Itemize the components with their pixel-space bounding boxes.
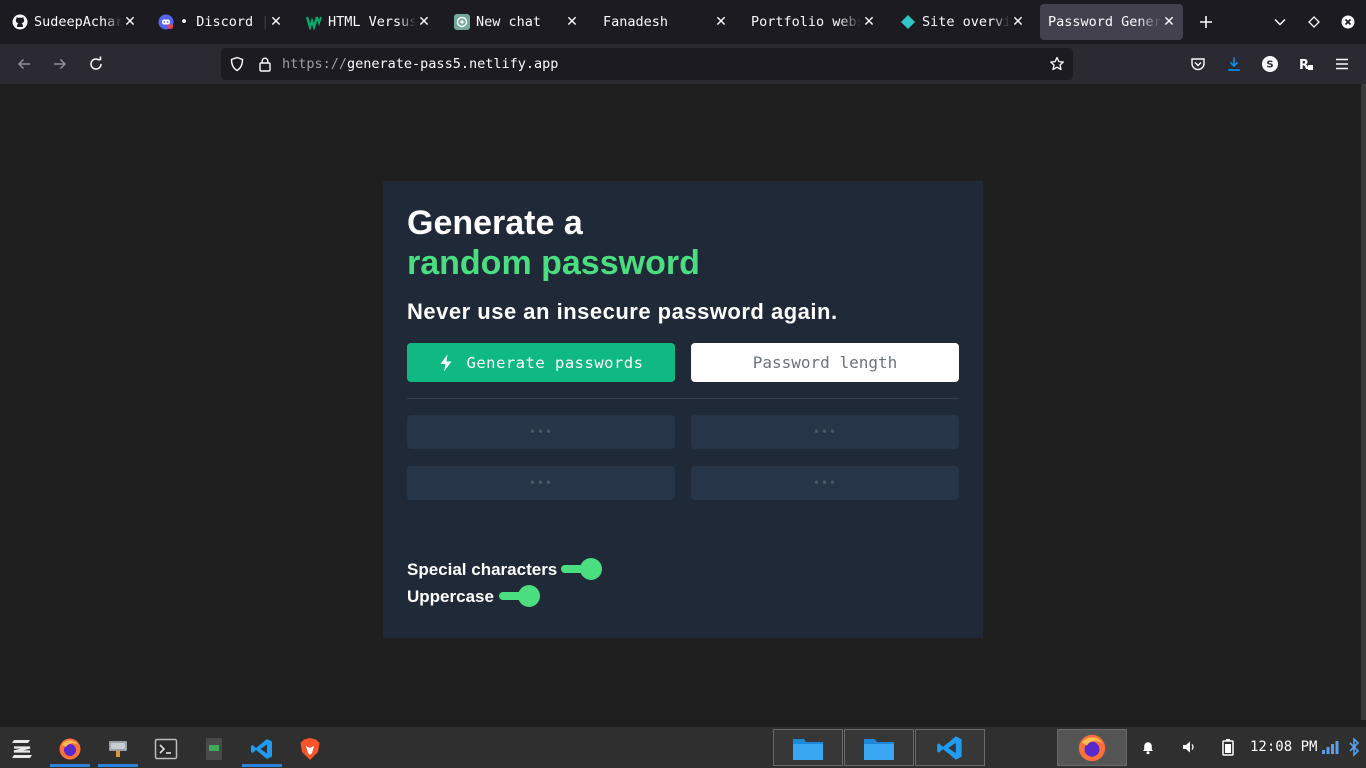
password-output-3[interactable]: ••• bbox=[407, 466, 675, 500]
clock[interactable]: 12:08 PM bbox=[1250, 727, 1317, 768]
taskbar-window-vscode[interactable] bbox=[915, 729, 985, 766]
tab-w3schools[interactable]: HTML Versus ✕ bbox=[298, 4, 438, 40]
battery-icon[interactable] bbox=[1218, 737, 1238, 757]
close-icon[interactable]: ✕ bbox=[1161, 14, 1177, 30]
extension-icon[interactable]: R bbox=[1296, 54, 1316, 74]
svg-text:R: R bbox=[1299, 58, 1309, 72]
os-taskbar: 12:08 PM bbox=[0, 727, 1366, 768]
tab-github[interactable]: SudeepAcharya ✕ bbox=[4, 4, 144, 40]
tab-title: Site overview bbox=[922, 14, 1010, 30]
brave-launcher-icon[interactable] bbox=[288, 731, 332, 767]
tab-title: SudeepAcharya bbox=[34, 14, 122, 30]
firefox-launcher-icon[interactable] bbox=[48, 731, 92, 767]
password-length-input[interactable] bbox=[691, 343, 959, 382]
tab-fanadesh[interactable]: Fanadesh ✕ bbox=[595, 4, 735, 40]
list-tabs-button[interactable] bbox=[1270, 12, 1290, 32]
reload-button[interactable] bbox=[86, 54, 106, 74]
notes-app-launcher-icon[interactable] bbox=[192, 731, 236, 767]
tab-title: Portfolio webs bbox=[751, 14, 861, 30]
restore-window-icon[interactable] bbox=[1304, 12, 1324, 32]
discord-icon bbox=[158, 14, 174, 30]
toggle-knob bbox=[580, 558, 602, 580]
volume-icon[interactable] bbox=[1179, 737, 1199, 757]
lightning-bolt-icon bbox=[439, 354, 453, 372]
pocket-icon[interactable] bbox=[1188, 54, 1208, 74]
vscode-launcher-icon[interactable] bbox=[240, 731, 284, 767]
netlify-icon bbox=[900, 14, 916, 30]
bookmark-star-icon[interactable] bbox=[1047, 54, 1067, 74]
password-output-4[interactable]: ••• bbox=[691, 466, 959, 500]
network-signal-icon[interactable] bbox=[1320, 737, 1340, 757]
generate-passwords-button[interactable]: Generate passwords bbox=[407, 343, 675, 382]
close-window-button[interactable] bbox=[1338, 12, 1358, 32]
close-icon[interactable]: ✕ bbox=[861, 14, 877, 30]
page-scrollbar[interactable] bbox=[1361, 84, 1366, 720]
tab-chatgpt[interactable]: New chat ✕ bbox=[446, 4, 586, 40]
special-characters-toggle[interactable] bbox=[561, 558, 603, 580]
close-icon[interactable]: ✕ bbox=[564, 14, 580, 30]
url-protocol: https:// bbox=[282, 56, 348, 72]
heading-line-1: Generate a bbox=[407, 204, 583, 242]
taskbar-window-files-2[interactable] bbox=[844, 729, 914, 766]
account-avatar-icon[interactable]: S bbox=[1260, 54, 1280, 74]
close-icon[interactable]: ✕ bbox=[122, 14, 138, 30]
close-icon[interactable]: ✕ bbox=[268, 14, 284, 30]
close-icon[interactable]: ✕ bbox=[1010, 14, 1026, 30]
url-bar[interactable]: https://generate-pass5.netlify.app bbox=[221, 48, 1073, 80]
special-characters-label: Special characters bbox=[407, 560, 558, 579]
tab-title: New chat bbox=[476, 14, 542, 30]
navigation-toolbar: https://generate-pass5.netlify.app S R bbox=[0, 44, 1366, 84]
back-button[interactable] bbox=[14, 54, 34, 74]
taskbar-window-firefox[interactable] bbox=[1057, 729, 1127, 766]
url-text[interactable]: https://generate-pass5.netlify.app bbox=[282, 48, 558, 80]
chatgpt-icon bbox=[454, 14, 470, 30]
toggle-knob bbox=[518, 585, 540, 607]
uppercase-toggle[interactable] bbox=[499, 585, 541, 607]
tab-title: HTML Versus bbox=[328, 14, 416, 30]
generate-button-label: Generate passwords bbox=[466, 353, 644, 372]
close-icon[interactable]: ✕ bbox=[416, 14, 432, 30]
tracking-protection-shield-icon[interactable] bbox=[227, 54, 247, 74]
terminal-launcher-icon[interactable] bbox=[144, 731, 188, 767]
tab-title: • Discord | bbox=[180, 14, 268, 30]
lock-icon[interactable] bbox=[255, 54, 275, 74]
svg-text:S: S bbox=[1266, 60, 1273, 71]
tab-title: Password Generator bbox=[1048, 14, 1161, 30]
app-menu-icon[interactable] bbox=[1332, 54, 1352, 74]
password-generator-card: Generate a random password Never use an … bbox=[383, 181, 983, 638]
new-tab-button[interactable] bbox=[1196, 12, 1216, 32]
bluetooth-icon[interactable] bbox=[1344, 737, 1364, 757]
tab-password-generator[interactable]: Password Generator ✕ bbox=[1040, 4, 1183, 40]
tab-netlify[interactable]: Site overview ✕ bbox=[892, 4, 1032, 40]
url-host: generate-pass5.netlify.app bbox=[347, 56, 559, 72]
taskbar-window-files-1[interactable] bbox=[773, 729, 843, 766]
zorin-menu-icon[interactable] bbox=[0, 731, 44, 767]
tab-strip: SudeepAcharya ✕ • Discord | ✕ HTML Versu… bbox=[0, 0, 1366, 44]
close-icon[interactable]: ✕ bbox=[713, 14, 729, 30]
password-output-1[interactable]: ••• bbox=[407, 415, 675, 449]
uppercase-label: Uppercase bbox=[407, 587, 494, 606]
subtitle: Never use an insecure password again. bbox=[407, 299, 838, 324]
tab-discord[interactable]: • Discord | ✕ bbox=[150, 4, 290, 40]
tab-portfolio[interactable]: Portfolio webs ✕ bbox=[743, 4, 883, 40]
github-icon bbox=[12, 14, 28, 30]
notifications-bell-icon[interactable] bbox=[1138, 737, 1158, 757]
forward-button[interactable] bbox=[50, 54, 70, 74]
downloads-icon[interactable] bbox=[1224, 54, 1244, 74]
file-manager-launcher-icon[interactable] bbox=[96, 731, 140, 767]
password-output-2[interactable]: ••• bbox=[691, 415, 959, 449]
w3schools-icon bbox=[306, 14, 322, 30]
page-viewport: Generate a random password Never use an … bbox=[0, 84, 1366, 727]
heading-line-2: random password bbox=[407, 244, 700, 282]
divider bbox=[407, 398, 959, 399]
tab-title: Fanadesh bbox=[603, 14, 669, 30]
